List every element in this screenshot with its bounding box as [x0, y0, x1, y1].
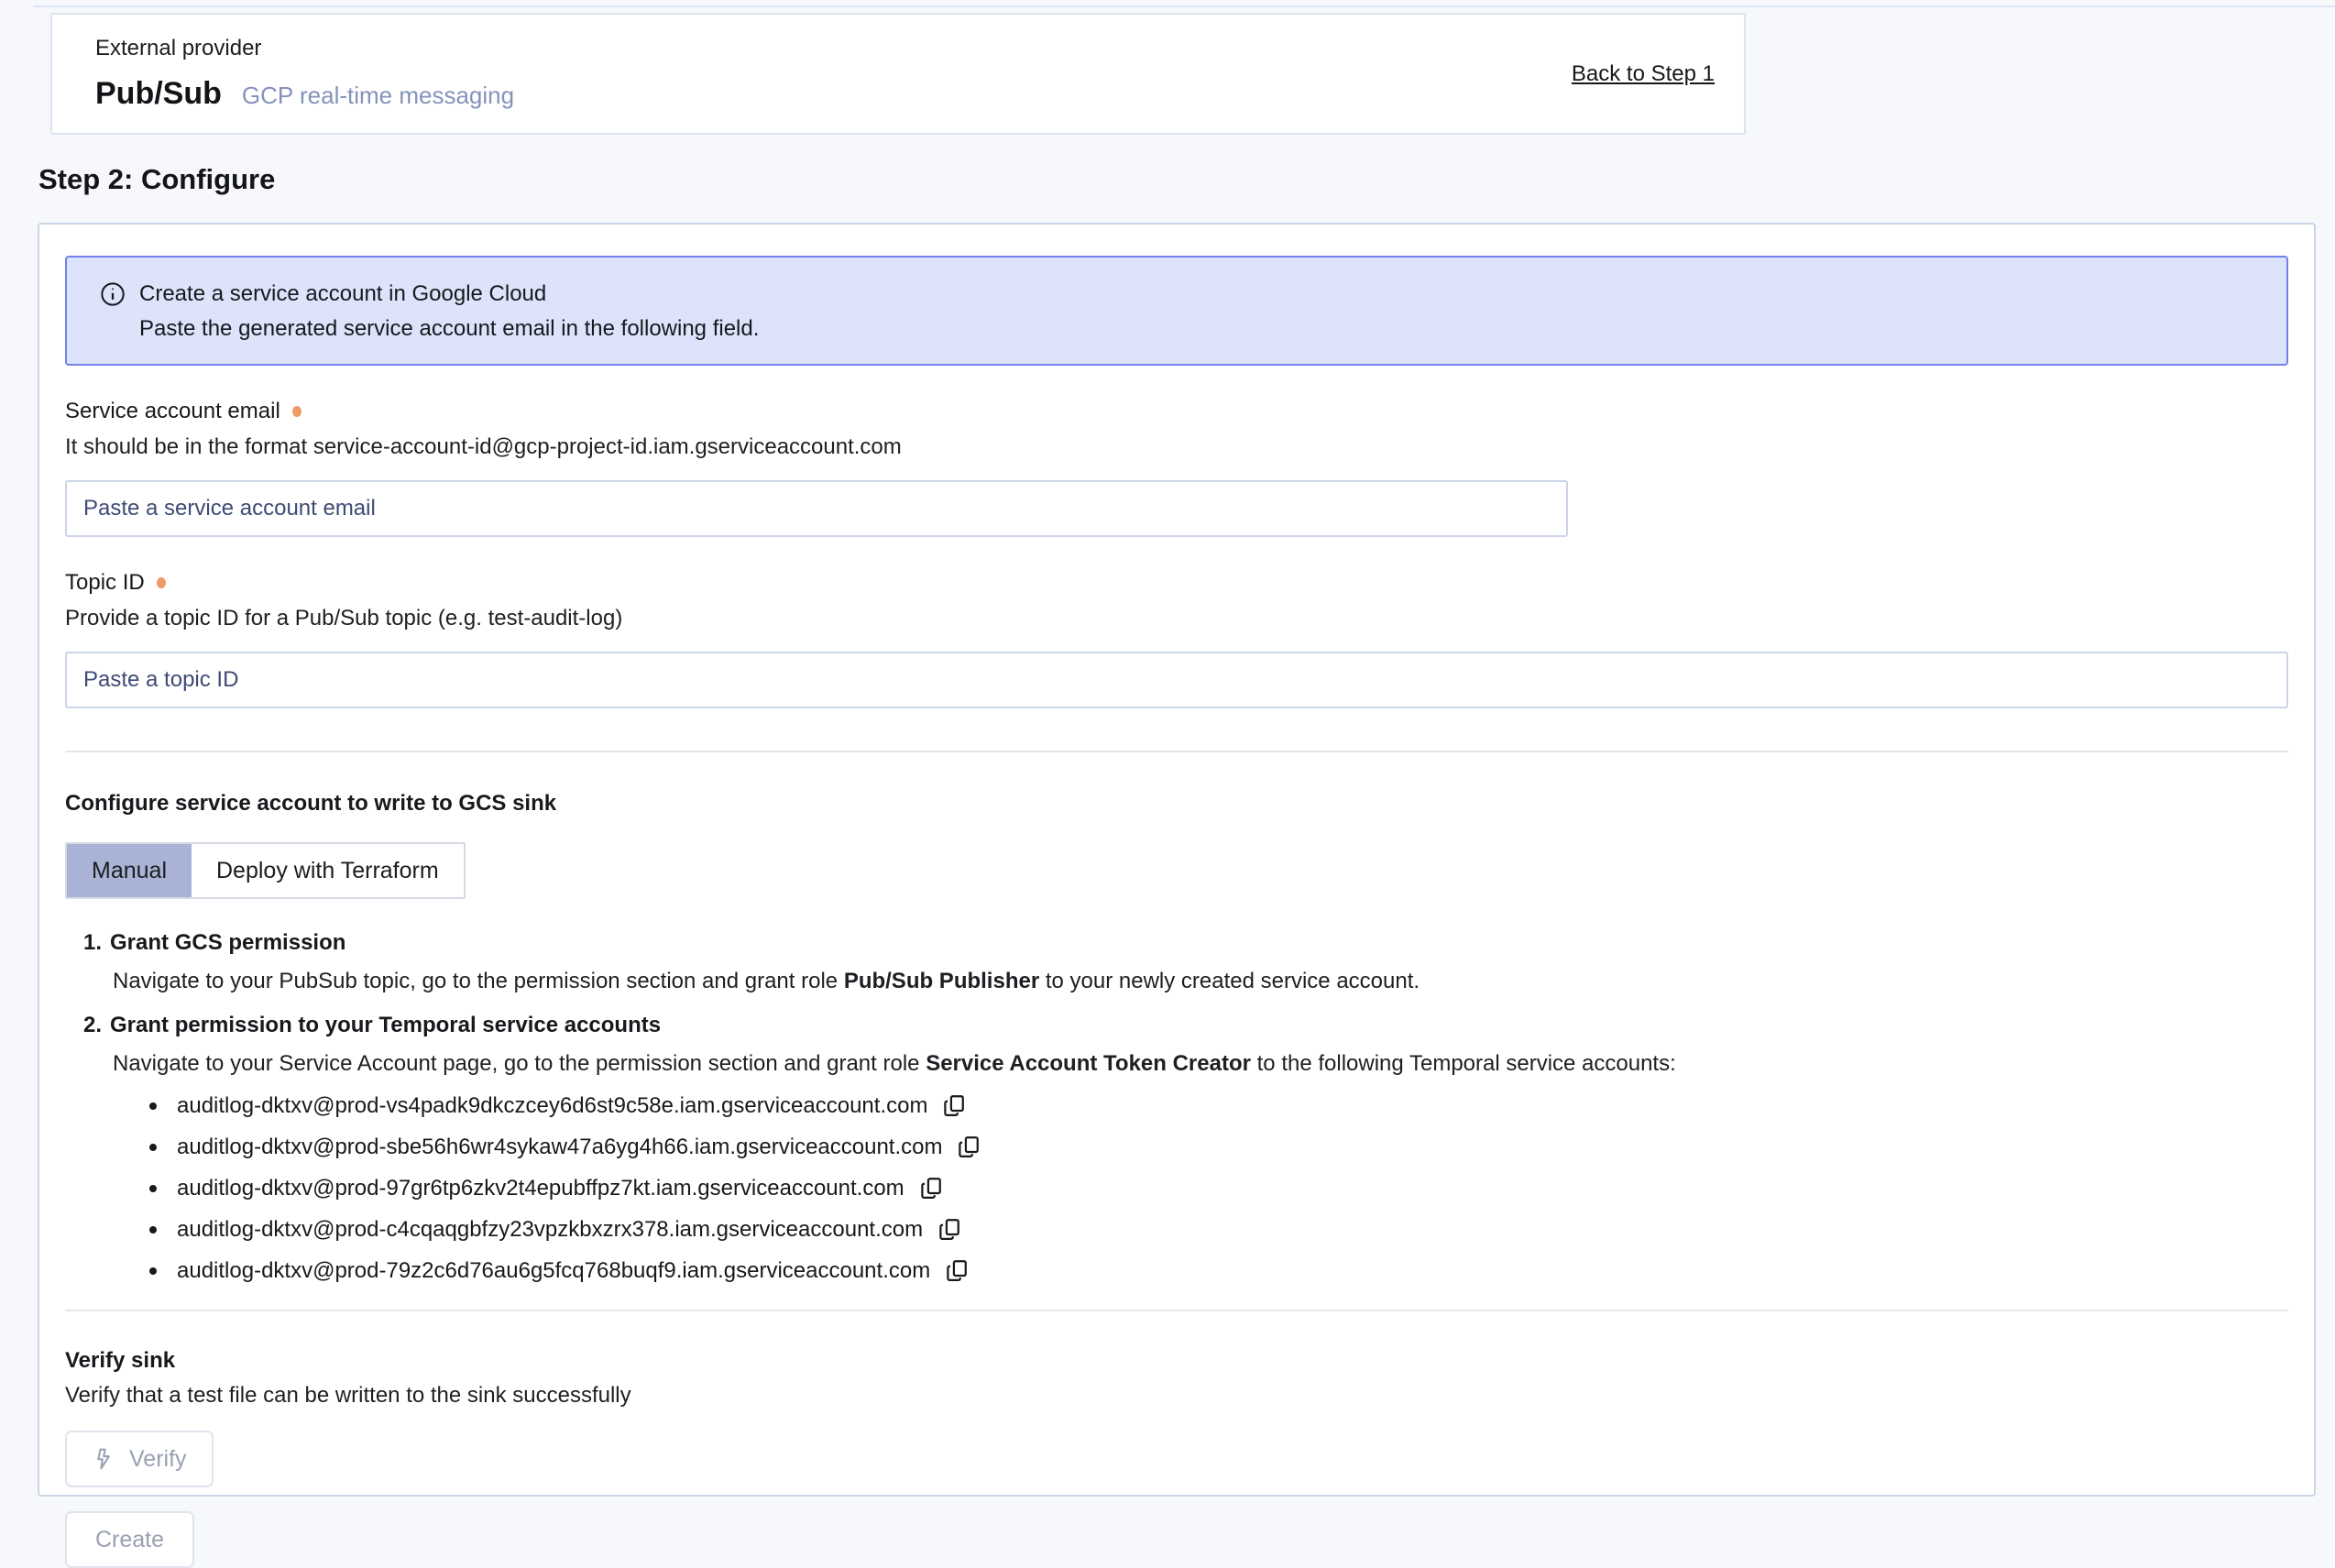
verify-button[interactable]: Verify: [65, 1431, 214, 1487]
list-item: auditlog-dktxv@prod-c4cqaqgbfzy23vpzkbxz…: [149, 1215, 2288, 1245]
info-banner-title: Create a service account in Google Cloud: [139, 281, 546, 307]
step-number: 1.: [83, 930, 102, 955]
provider-tagline: GCP real-time messaging: [242, 82, 514, 110]
instruction-step-2: 2. Grant permission to your Temporal serv…: [65, 1013, 2288, 1077]
service-account-email-label-text: Service account email: [65, 399, 280, 424]
verify-sink-helper: Verify that a test file can be written t…: [65, 1383, 2288, 1409]
back-to-step1-link[interactable]: Back to Step 1: [1572, 61, 1715, 87]
service-account-list: auditlog-dktxv@prod-vs4padk9dkczcey6d6st…: [65, 1091, 2288, 1286]
provider-name-row: Pub/Sub GCP real-time messaging: [95, 76, 514, 112]
configure-card: Create a service account in Google Cloud…: [38, 223, 2316, 1497]
required-indicator: [157, 577, 166, 588]
instruction-step-1-body: Navigate to your PubSub topic, go to the…: [65, 969, 2288, 994]
verify-button-label: Verify: [129, 1446, 187, 1473]
create-button-label: Create: [95, 1527, 164, 1552]
instruction-step-2-body: Navigate to your Service Account page, g…: [65, 1051, 2288, 1077]
copy-icon: [937, 1217, 963, 1243]
role-name: Service Account Token Creator: [926, 1051, 1251, 1076]
copy-button[interactable]: [937, 1217, 963, 1243]
service-account-email: auditlog-dktxv@prod-c4cqaqgbfzy23vpzkbxz…: [177, 1217, 923, 1243]
provider-info: External provider Pub/Sub GCP real-time …: [95, 36, 514, 112]
section-divider: [65, 1310, 2288, 1311]
service-account-email: auditlog-dktxv@prod-79z2c6d76au6g5fcq768…: [177, 1258, 930, 1284]
copy-icon: [957, 1135, 982, 1160]
topic-id-input[interactable]: [65, 652, 2288, 708]
copy-button[interactable]: [957, 1135, 982, 1160]
create-button[interactable]: Create: [65, 1511, 194, 1568]
copy-icon: [945, 1258, 970, 1284]
info-icon: [100, 281, 126, 307]
bullet-icon: [149, 1102, 157, 1110]
step-body-text: to the following Temporal service accoun…: [1251, 1051, 1676, 1076]
list-item: auditlog-dktxv@prod-sbe56h6wr4sykaw47a6y…: [149, 1133, 2288, 1162]
configure-sink-heading: Configure service account to write to GC…: [65, 791, 2288, 817]
service-account-email-helper: It should be in the format service-accou…: [65, 434, 2288, 460]
service-account-email: auditlog-dktxv@prod-sbe56h6wr4sykaw47a6y…: [177, 1135, 942, 1160]
copy-icon: [942, 1093, 968, 1119]
provider-card: External provider Pub/Sub GCP real-time …: [50, 13, 1746, 135]
copy-button[interactable]: [942, 1093, 968, 1119]
step-body-text: to your newly created service account.: [1039, 969, 1420, 993]
instruction-step-1-title: 1. Grant GCS permission: [65, 930, 2288, 956]
copy-icon: [919, 1176, 945, 1201]
role-name: Pub/Sub Publisher: [844, 969, 1039, 993]
step-number: 2.: [83, 1013, 102, 1037]
info-banner-body: Paste the generated service account emai…: [139, 316, 2286, 342]
instruction-step-2-title: 2. Grant permission to your Temporal serv…: [65, 1013, 2288, 1038]
provider-name: Pub/Sub: [95, 76, 222, 112]
service-account-email: auditlog-dktxv@prod-vs4padk9dkczcey6d6st…: [177, 1093, 927, 1119]
page-title: Step 2: Configure: [38, 163, 275, 196]
service-account-email-input[interactable]: [65, 480, 1568, 537]
topic-id-label: Topic ID: [65, 570, 2288, 596]
provider-eyebrow: External provider: [95, 36, 514, 61]
copy-button[interactable]: [945, 1258, 970, 1284]
tab-manual[interactable]: Manual: [67, 844, 192, 897]
info-banner: Create a service account in Google Cloud…: [65, 256, 2288, 366]
topic-id-helper: Provide a topic ID for a Pub/Sub topic (…: [65, 606, 2288, 631]
step-body-text: Navigate to your Service Account page, g…: [113, 1051, 926, 1076]
section-divider: [65, 751, 2288, 752]
bullet-icon: [149, 1226, 157, 1234]
step-title-text: Grant permission to your Temporal servic…: [110, 1013, 661, 1037]
sink-config-tabs: Manual Deploy with Terraform: [65, 842, 466, 899]
info-banner-title-row: Create a service account in Google Cloud: [100, 281, 2286, 307]
required-indicator: [292, 406, 301, 417]
list-item: auditlog-dktxv@prod-97gr6tp6zkv2t4epubff…: [149, 1174, 2288, 1203]
bullet-icon: [149, 1144, 157, 1151]
lightning-icon: [92, 1447, 115, 1471]
verify-sink-heading: Verify sink: [65, 1348, 2288, 1374]
step-body-text: Navigate to your PubSub topic, go to the…: [113, 969, 844, 993]
service-account-email: auditlog-dktxv@prod-97gr6tp6zkv2t4epubff…: [177, 1176, 904, 1201]
instruction-step-1: 1. Grant GCS permission Navigate to your …: [65, 930, 2288, 994]
copy-button[interactable]: [919, 1176, 945, 1201]
topic-id-label-text: Topic ID: [65, 570, 145, 596]
list-item: auditlog-dktxv@prod-79z2c6d76au6g5fcq768…: [149, 1256, 2288, 1286]
service-account-email-label: Service account email: [65, 399, 2288, 424]
bullet-icon: [149, 1185, 157, 1192]
header-bottom-rule: [33, 5, 2335, 7]
bullet-icon: [149, 1267, 157, 1275]
list-item: auditlog-dktxv@prod-vs4padk9dkczcey6d6st…: [149, 1091, 2288, 1121]
tab-deploy-terraform[interactable]: Deploy with Terraform: [192, 844, 464, 897]
step-title-text: Grant GCS permission: [110, 930, 345, 955]
